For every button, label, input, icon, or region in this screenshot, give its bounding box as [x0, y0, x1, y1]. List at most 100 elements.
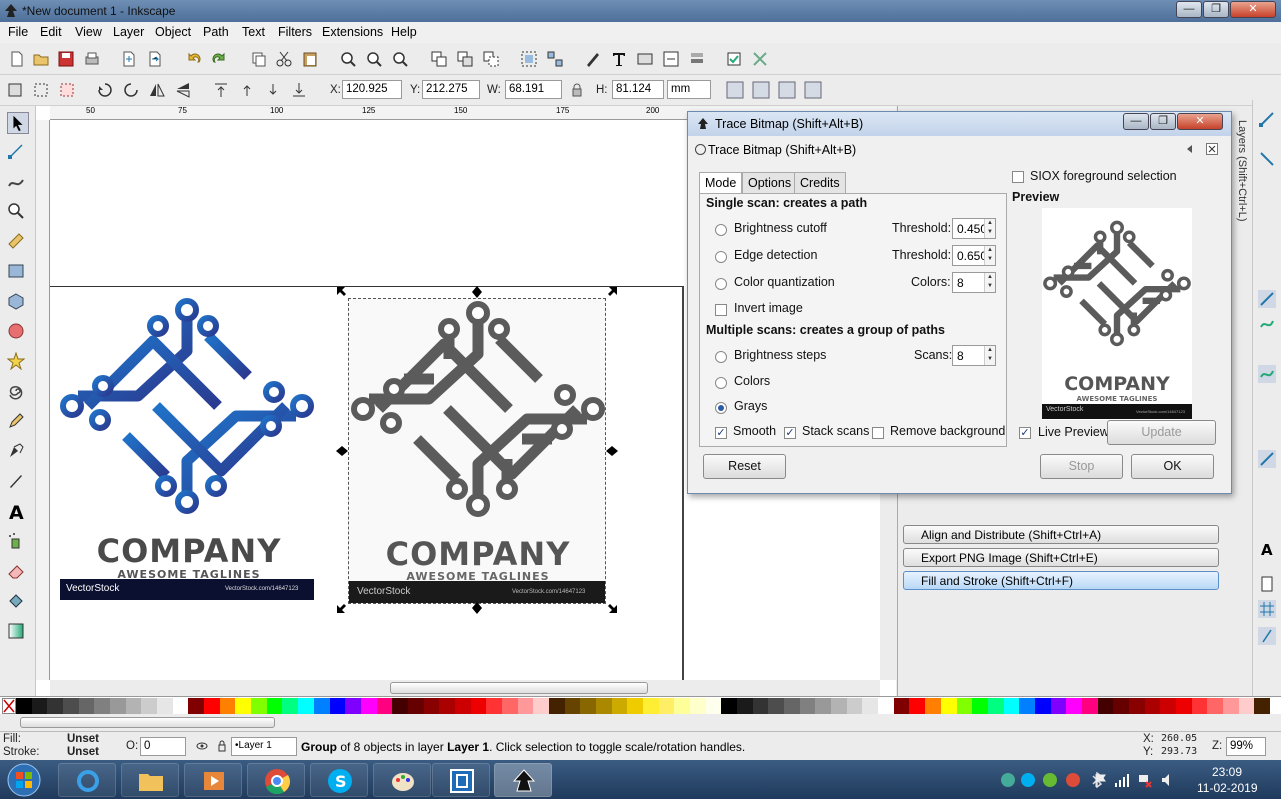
snap-center-icon[interactable]: [1258, 450, 1276, 468]
scale-corners-icon[interactable]: [752, 81, 770, 99]
layer-dropdown[interactable]: •Layer 1: [231, 737, 297, 756]
document-properties-icon[interactable]: [751, 50, 769, 68]
paste-icon[interactable]: [301, 50, 319, 68]
color-swatch[interactable]: [909, 698, 926, 714]
color-swatch[interactable]: [219, 698, 236, 714]
move-patterns-icon[interactable]: [804, 81, 822, 99]
no-paint-icon[interactable]: [2, 698, 16, 714]
tray-flag-icon[interactable]: [1093, 772, 1109, 788]
scans-input[interactable]: 8: [952, 345, 996, 366]
edge-threshold-input[interactable]: 0.650: [952, 245, 996, 266]
color-swatch[interactable]: [643, 698, 659, 714]
start-button-icon[interactable]: [6, 762, 42, 798]
zoom-drawing-icon[interactable]: [365, 50, 383, 68]
color-swatch[interactable]: [392, 698, 409, 714]
taskbar-ie[interactable]: [58, 763, 116, 797]
transform-icon[interactable]: [688, 50, 706, 68]
save-icon[interactable]: [57, 50, 75, 68]
color-swatch[interactable]: [235, 698, 252, 714]
dialog-minimize-button[interactable]: —: [1123, 113, 1149, 130]
rotate-ccw-icon[interactable]: [96, 81, 114, 99]
color-swatch[interactable]: [831, 698, 848, 714]
color-swatch[interactable]: [1066, 698, 1083, 714]
snap-nodes-icon[interactable]: [1258, 290, 1276, 308]
dialog-maximize-button[interactable]: ❐: [1150, 113, 1176, 130]
import-icon[interactable]: [120, 50, 138, 68]
color-swatch[interactable]: [501, 698, 518, 714]
eraser-tool-icon[interactable]: [7, 562, 25, 580]
lower-to-bottom-icon[interactable]: [290, 81, 308, 99]
undo-icon[interactable]: [185, 50, 203, 68]
color-swatch[interactable]: [63, 698, 80, 714]
export-icon[interactable]: [146, 50, 164, 68]
snap-bbox-icon[interactable]: [1258, 150, 1276, 168]
color-swatch[interactable]: [1050, 698, 1067, 714]
color-swatch[interactable]: [533, 698, 550, 714]
color-swatch[interactable]: [94, 698, 111, 714]
color-swatch[interactable]: [878, 698, 895, 714]
color-swatch[interactable]: [768, 698, 785, 714]
scroll-thumb[interactable]: [390, 682, 648, 694]
brightness-steps-radio[interactable]: [715, 351, 727, 363]
tweak-tool-icon[interactable]: [7, 172, 25, 190]
taskbar-skype[interactable]: S: [310, 763, 368, 797]
color-swatch[interactable]: [16, 698, 32, 714]
flip-vertical-icon[interactable]: [174, 81, 192, 99]
opacity-input[interactable]: 0: [140, 737, 186, 756]
color-swatch[interactable]: [1175, 698, 1192, 714]
color-quantization-radio[interactable]: [715, 278, 727, 290]
color-swatch[interactable]: [376, 698, 393, 714]
color-swatch[interactable]: [141, 698, 158, 714]
group-icon[interactable]: [520, 50, 538, 68]
selector-tool-icon[interactable]: [7, 112, 29, 134]
canvas-horizontal-scrollbar[interactable]: [50, 680, 880, 696]
color-swatch[interactable]: [1254, 698, 1271, 714]
color-swatch[interactable]: [204, 698, 221, 714]
stroke-value[interactable]: Unset: [67, 746, 99, 758]
color-swatch[interactable]: [47, 698, 64, 714]
color-swatch[interactable]: [595, 698, 612, 714]
fill-value[interactable]: Unset: [67, 733, 99, 745]
close-button[interactable]: ✕: [1230, 1, 1276, 18]
color-swatch[interactable]: [157, 698, 174, 714]
color-swatch[interactable]: [251, 698, 268, 714]
color-swatch[interactable]: [674, 698, 691, 714]
color-swatch[interactable]: [407, 698, 424, 714]
color-swatch[interactable]: [1097, 698, 1114, 714]
reset-button[interactable]: Reset: [703, 454, 786, 479]
node-tool-icon[interactable]: [7, 142, 25, 160]
stack-scans-checkbox[interactable]: ✓: [784, 427, 796, 439]
menu-object[interactable]: Object: [155, 25, 191, 39]
lock-icon[interactable]: [216, 740, 228, 752]
snap-path-icon[interactable]: [1258, 315, 1276, 333]
snap-grid-icon[interactable]: [1258, 600, 1276, 618]
taskbar-explorer[interactable]: [121, 763, 179, 797]
measure-tool-icon[interactable]: [7, 232, 25, 250]
x-input[interactable]: 120.925: [342, 80, 402, 99]
color-swatch[interactable]: [313, 698, 330, 714]
color-swatch[interactable]: [705, 698, 722, 714]
rotate-cw-icon[interactable]: [122, 81, 140, 99]
tray-volume-icon[interactable]: [1160, 772, 1176, 788]
tray-chrome-icon[interactable]: [1065, 772, 1081, 788]
color-swatch[interactable]: [611, 698, 628, 714]
color-swatch[interactable]: [784, 698, 801, 714]
snap-guide-icon[interactable]: [1258, 627, 1276, 645]
edge-detection-radio[interactable]: [715, 251, 727, 263]
color-swatch[interactable]: [110, 698, 127, 714]
spray-tool-icon[interactable]: [7, 532, 25, 550]
taskbar-media[interactable]: [184, 763, 242, 797]
color-swatch[interactable]: [329, 698, 346, 714]
color-swatch[interactable]: [752, 698, 769, 714]
color-swatch[interactable]: [1128, 698, 1145, 714]
ok-button[interactable]: OK: [1131, 454, 1214, 479]
brightness-threshold-input[interactable]: 0.450: [952, 218, 996, 239]
select-all-layers-icon[interactable]: [32, 81, 50, 99]
color-swatch[interactable]: [78, 698, 95, 714]
move-gradients-icon[interactable]: [778, 81, 796, 99]
spiral-tool-icon[interactable]: [7, 382, 25, 400]
menu-extensions[interactable]: Extensions: [322, 25, 383, 39]
zoom-page-icon[interactable]: [391, 50, 409, 68]
tray-network-icon[interactable]: [1137, 772, 1153, 788]
color-swatch[interactable]: [580, 698, 597, 714]
